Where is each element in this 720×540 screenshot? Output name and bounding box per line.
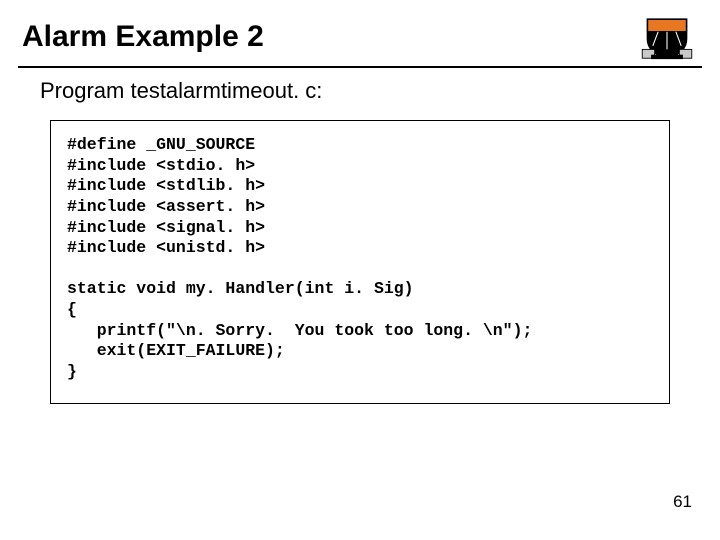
code-line: exit(EXIT_FAILURE);	[67, 341, 285, 360]
code-line: }	[67, 362, 77, 381]
code-line: #include <stdio. h>	[67, 156, 255, 175]
code-line: #include <stdlib. h>	[67, 176, 265, 195]
code-line: static void my. Handler(int i. Sig)	[67, 279, 414, 298]
code-box: #define _GNU_SOURCE #include <stdio. h> …	[50, 120, 670, 404]
code-line: #include <assert. h>	[67, 197, 265, 216]
code-line: printf("\n. Sorry. You took too long. \n…	[67, 321, 532, 340]
code-line: {	[67, 300, 77, 319]
code-line: #include <unistd. h>	[67, 238, 265, 257]
page-number: 61	[673, 492, 692, 512]
title-divider	[18, 66, 702, 68]
code-line: #define _GNU_SOURCE	[67, 135, 255, 154]
slide: Alarm Example 2 Program testalarmtimeout…	[0, 0, 720, 540]
program-label: Program testalarmtimeout. c:	[40, 78, 720, 104]
princeton-logo-icon	[640, 14, 694, 60]
slide-title: Alarm Example 2	[22, 20, 264, 54]
code-line: #include <signal. h>	[67, 218, 265, 237]
title-row: Alarm Example 2	[0, 0, 720, 66]
